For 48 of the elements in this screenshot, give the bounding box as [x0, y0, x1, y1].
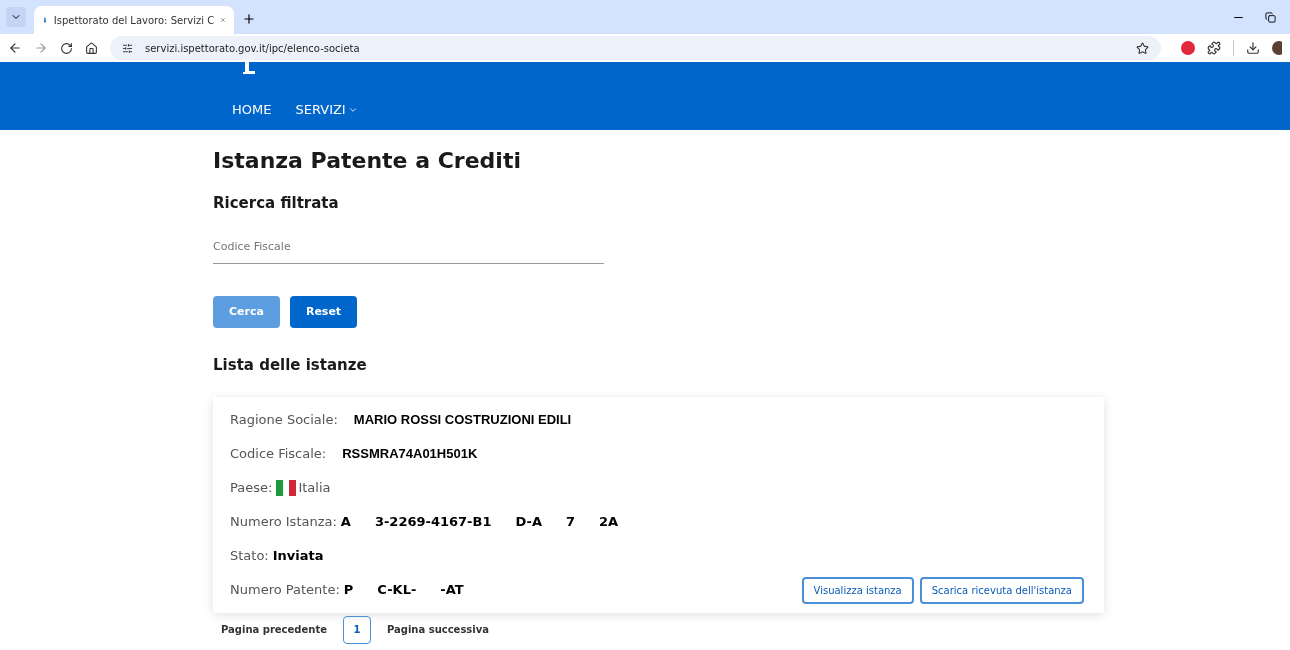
next-page-link[interactable]: Pagina successiva — [378, 622, 497, 637]
address-bar[interactable]: servizi.ispettorato.gov.it/ipc/elenco-societa — [110, 36, 1161, 60]
page-number-link[interactable]: 1 — [342, 615, 371, 644]
field-label: Numero Istanza: — [230, 512, 337, 531]
italy-flag-icon — [276, 479, 297, 496]
tab-title: Ispettorato del Lavoro: Servizi C — [53, 13, 215, 28]
reload-icon[interactable] — [60, 41, 73, 55]
new-tab-icon[interactable] — [242, 12, 256, 26]
extensions-icon[interactable] — [1207, 41, 1221, 55]
field-label: Codice Fiscale: — [230, 444, 327, 463]
tab-list-button[interactable] — [6, 7, 26, 27]
field-value-fragment: C-KL- — [377, 580, 417, 599]
card-action-button[interactable]: Visualizza istanza — [801, 576, 914, 604]
download-icon[interactable] — [1246, 41, 1260, 55]
codice-fiscale-field[interactable]: Codice Fiscale — [213, 234, 604, 264]
field-value-fragment: A — [340, 512, 351, 531]
field-label: Paese: — [230, 478, 273, 497]
section-heading: Lista delle istanze — [213, 355, 368, 376]
field-value: MARIO ROSSI COSTRUZIONI EDILI — [353, 410, 572, 429]
field-value: Inviata — [272, 546, 324, 565]
back-icon[interactable] — [8, 41, 22, 55]
field-value: RSSMRA74A01H501K — [342, 444, 478, 463]
field-label: Numero Patente: — [230, 580, 340, 599]
site-settings-icon[interactable] — [122, 42, 133, 54]
restore-icon[interactable] — [1265, 12, 1276, 23]
field-value-fragment: -AT — [440, 580, 464, 599]
nav-link[interactable]: HOME — [232, 100, 272, 120]
field-value-fragment: 2A — [599, 512, 619, 531]
page-title: Istanza Patente a Crediti — [213, 147, 522, 175]
filter-button[interactable]: Reset — [289, 296, 358, 328]
home-icon[interactable] — [85, 41, 98, 55]
url-text: servizi.ispettorato.gov.it/ipc/elenco-societa — [145, 41, 360, 56]
bookmark-star-icon[interactable] — [1136, 41, 1149, 55]
field-label: Ragione Sociale: — [230, 410, 338, 429]
nav-link[interactable]: SERVIZI — [295, 100, 358, 120]
field-value-fragment: D-A — [515, 512, 542, 531]
field-value: Italia — [298, 478, 331, 497]
section-heading: Ricerca filtrata — [213, 193, 340, 214]
adblock-extension-icon[interactable] — [1181, 41, 1195, 55]
field-label: Stato: — [230, 546, 269, 565]
forward-icon[interactable] — [34, 41, 48, 55]
browser-tab[interactable]: Ispettorato del Lavoro: Servizi C — [34, 6, 234, 34]
field-value-fragment: 3-2269-4167-B1 — [374, 512, 492, 531]
previous-page-link[interactable]: Pagina precedente — [213, 622, 335, 637]
field-value-fragment: P — [343, 580, 354, 599]
card-action-button[interactable]: Scarica ricevuta dell'istanza — [919, 576, 1084, 604]
field-value-fragment: 7 — [566, 512, 576, 531]
profile-avatar-icon[interactable] — [1272, 41, 1282, 55]
